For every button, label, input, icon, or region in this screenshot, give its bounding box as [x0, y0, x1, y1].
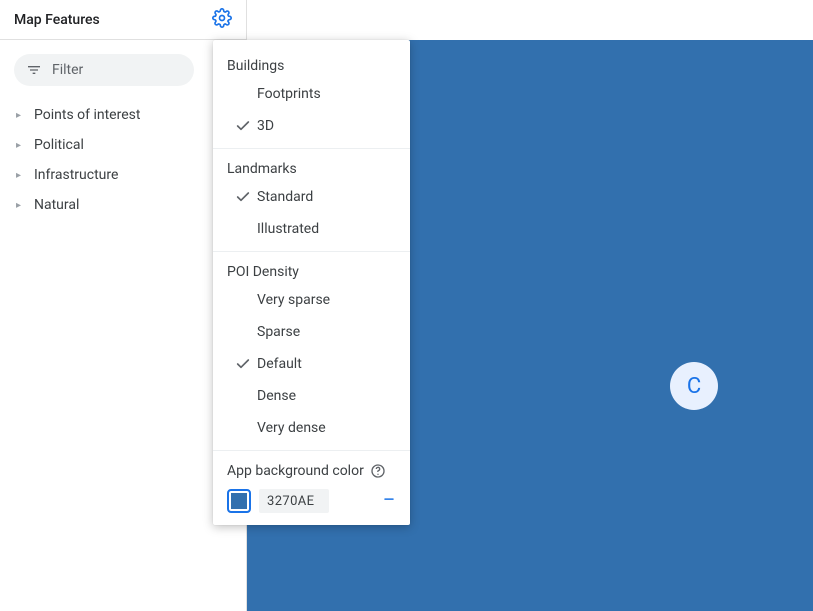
feature-tree: ▸ Points of interest ▸ Political ▸ Infra…	[0, 96, 246, 224]
check-icon	[235, 356, 257, 372]
option-poi-very-sparse[interactable]: Very sparse	[213, 284, 410, 316]
option-poi-very-dense[interactable]: Very dense	[213, 412, 410, 444]
divider	[213, 450, 410, 451]
caret-right-icon: ▸	[16, 110, 28, 121]
option-landmarks-illustrated[interactable]: Illustrated	[213, 213, 410, 245]
divider	[213, 251, 410, 252]
tree-item-infrastructure[interactable]: ▸ Infrastructure	[0, 160, 246, 190]
filter-input[interactable]: Filter	[14, 54, 194, 86]
option-label: Very dense	[257, 420, 410, 436]
color-hex-value: 3270AE	[267, 494, 314, 509]
center-marker: C	[670, 362, 718, 410]
color-swatch[interactable]	[227, 489, 251, 513]
map-top-strip	[247, 0, 813, 40]
option-label: Default	[257, 356, 410, 372]
check-icon	[235, 189, 257, 205]
tree-item-label: Points of interest	[34, 107, 140, 123]
option-landmarks-standard[interactable]: Standard	[213, 181, 410, 213]
option-label: Dense	[257, 388, 410, 404]
help-icon[interactable]	[370, 463, 386, 479]
filter-icon	[26, 62, 42, 78]
tree-item-label: Political	[34, 137, 84, 153]
settings-button[interactable]	[212, 10, 232, 30]
caret-right-icon: ▸	[16, 170, 28, 181]
tree-item-natural[interactable]: ▸ Natural	[0, 190, 246, 220]
option-label: Sparse	[257, 324, 410, 340]
tree-item-political[interactable]: ▸ Political	[0, 130, 246, 160]
caret-right-icon: ▸	[16, 140, 28, 151]
option-poi-sparse[interactable]: Sparse	[213, 316, 410, 348]
bgcolor-label: App background color	[227, 463, 364, 479]
caret-right-icon: ▸	[16, 200, 28, 211]
filter-region: Filter	[0, 40, 246, 96]
sidebar: Map Features Filter ▸ Points of interest	[0, 0, 247, 611]
option-poi-default[interactable]: Default	[213, 348, 410, 380]
reset-color-button[interactable]	[382, 492, 396, 510]
settings-popover: Buildings Footprints 3D Landmarks Standa…	[213, 40, 410, 525]
option-label: 3D	[257, 118, 410, 134]
sidebar-title: Map Features	[14, 12, 100, 28]
option-label: Footprints	[257, 86, 410, 102]
group-title-poi-density: POI Density	[213, 258, 410, 284]
divider	[213, 148, 410, 149]
tree-item-label: Natural	[34, 197, 79, 213]
group-title-landmarks: Landmarks	[213, 155, 410, 181]
bgcolor-input-row: 3270AE	[213, 483, 410, 517]
option-poi-dense[interactable]: Dense	[213, 380, 410, 412]
check-icon	[235, 118, 257, 134]
option-label: Standard	[257, 189, 410, 205]
gear-icon	[212, 8, 232, 32]
option-label: Illustrated	[257, 221, 410, 237]
bgcolor-header: App background color	[213, 457, 410, 483]
filter-placeholder: Filter	[52, 62, 83, 78]
tree-item-label: Infrastructure	[34, 167, 118, 183]
group-title-buildings: Buildings	[213, 52, 410, 78]
option-buildings-footprints[interactable]: Footprints	[213, 78, 410, 110]
sidebar-header: Map Features	[0, 0, 246, 40]
option-buildings-3d[interactable]: 3D	[213, 110, 410, 142]
option-label: Very sparse	[257, 292, 410, 308]
center-marker-label: C	[687, 374, 701, 399]
tree-item-points-of-interest[interactable]: ▸ Points of interest	[0, 100, 246, 130]
color-hex-input[interactable]: 3270AE	[259, 489, 329, 513]
